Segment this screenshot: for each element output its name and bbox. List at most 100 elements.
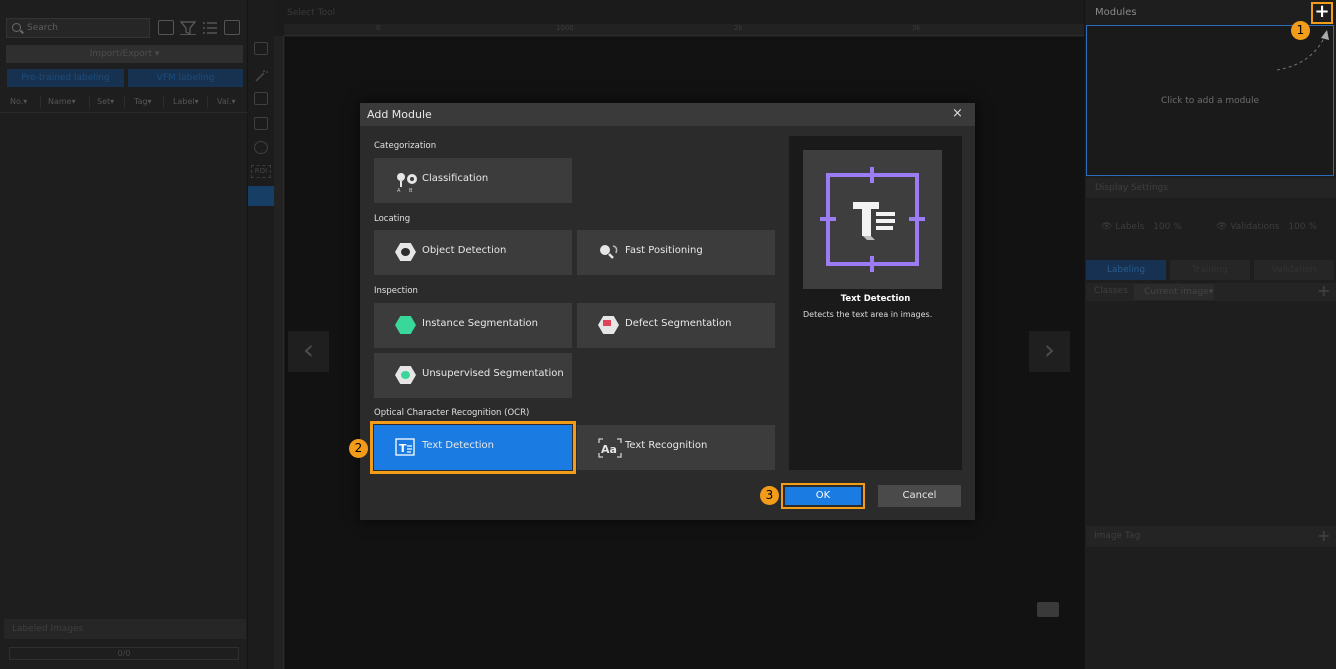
module-defect-segmentation-button[interactable]: Defect Segmentation bbox=[577, 303, 775, 348]
col-separator bbox=[40, 96, 41, 108]
col-separator bbox=[124, 96, 125, 108]
module-instance-segmentation-button[interactable]: Instance Segmentation bbox=[374, 303, 572, 348]
module-fast-positioning-button[interactable]: Fast Positioning bbox=[577, 230, 775, 275]
labels-opacity: 100 % bbox=[1153, 222, 1182, 232]
section-locating: Locating bbox=[374, 214, 411, 224]
cancel-button[interactable]: Cancel bbox=[878, 485, 961, 507]
modules-title: Modules bbox=[1095, 7, 1137, 18]
ok-button[interactable]: OK bbox=[785, 487, 861, 505]
module-label: Text Recognition bbox=[625, 440, 708, 451]
stamp-icon[interactable] bbox=[254, 92, 268, 105]
select-tool-icon[interactable] bbox=[254, 42, 268, 55]
module-label: Classification bbox=[422, 173, 489, 184]
previous-image-button[interactable]: ‹ bbox=[288, 331, 329, 372]
keyboard-icon[interactable] bbox=[1037, 602, 1059, 617]
col-separator bbox=[207, 96, 208, 108]
ruler-tick: 3k bbox=[912, 24, 921, 32]
col-label[interactable]: Label▾ bbox=[173, 97, 199, 106]
app-window: Search Import/Export ▾ Pre-trained label… bbox=[0, 0, 1336, 669]
svg-text:B: B bbox=[409, 188, 413, 193]
search-icon bbox=[12, 23, 21, 32]
eye-icon: 👁︎ bbox=[1216, 222, 1228, 232]
section-ocr: Optical Character Recognition (OCR) bbox=[374, 408, 530, 418]
dialog-title-bar: Add Module × bbox=[360, 103, 975, 126]
horizontal-ruler: 0 1000 2k 3k bbox=[284, 24, 1084, 36]
defect-segmentation-icon bbox=[598, 316, 620, 335]
vfm-labeling-button[interactable]: VFM labeling bbox=[128, 69, 243, 87]
add-tag-button[interactable]: + bbox=[1317, 526, 1330, 545]
module-label: Object Detection bbox=[422, 245, 507, 256]
col-tag[interactable]: Tag▾ bbox=[134, 97, 152, 106]
display-settings-header: Display Settings bbox=[1086, 178, 1336, 198]
next-image-button[interactable]: › bbox=[1029, 331, 1070, 372]
module-classification-button[interactable]: A B Classification bbox=[374, 158, 572, 203]
module-text-recognition-button[interactable]: Aa Text Recognition bbox=[577, 425, 775, 470]
add-module-button[interactable]: + bbox=[1311, 2, 1333, 24]
modules-panel: Modules + Click to add a module Display … bbox=[1084, 0, 1336, 669]
pretrained-labeling-button[interactable]: Pre-trained labeling bbox=[7, 69, 124, 87]
search-input[interactable]: Search bbox=[6, 18, 150, 38]
preview-title: Text Detection bbox=[840, 294, 911, 304]
fast-positioning-icon bbox=[598, 243, 620, 262]
ruler-tick: 2k bbox=[734, 24, 743, 32]
classes-label: Classes bbox=[1094, 286, 1128, 296]
roi-tool[interactable]: ROI bbox=[251, 165, 271, 178]
add-image-icon[interactable] bbox=[158, 20, 174, 35]
validations-text: Validations bbox=[1230, 222, 1280, 232]
vfm-labeling-label: VFM labeling bbox=[156, 73, 215, 83]
module-preview-panel: Text Detection Detects the text area in … bbox=[789, 136, 962, 470]
col-name[interactable]: Name▾ bbox=[48, 97, 76, 106]
preview-description: Detects the text area in images. bbox=[803, 310, 933, 319]
module-label: Unsupervised Segmentation bbox=[422, 368, 564, 379]
search-row: Search bbox=[6, 18, 244, 38]
polygon-tool-icon[interactable] bbox=[254, 117, 268, 130]
col-separator bbox=[89, 96, 90, 108]
labels-visibility[interactable]: 👁︎ Labels 100 % bbox=[1101, 222, 1182, 232]
ok-button-highlight: OK bbox=[781, 483, 865, 509]
close-icon[interactable]: × bbox=[952, 106, 963, 121]
filter-icon[interactable] bbox=[179, 20, 197, 36]
classes-row: Classes Current image▾ + bbox=[1086, 281, 1336, 301]
section-categorization: Categorization bbox=[374, 141, 437, 151]
svg-text:Aa: Aa bbox=[601, 443, 617, 456]
classification-icon: A B bbox=[395, 171, 417, 194]
validations-visibility[interactable]: 👁︎ Validations 100 % bbox=[1216, 222, 1317, 232]
module-object-detection-button[interactable]: Object Detection bbox=[374, 230, 572, 275]
text-recognition-icon: Aa bbox=[598, 438, 622, 458]
current-image-dropdown[interactable]: Current image▾ bbox=[1134, 284, 1214, 300]
magic-wand-icon[interactable] bbox=[254, 68, 268, 82]
search-placeholder: Search bbox=[27, 23, 58, 33]
module-label: Instance Segmentation bbox=[422, 318, 538, 329]
eraser-icon[interactable] bbox=[254, 141, 268, 154]
image-list-header: No.▾ Name▾ Set▾ Tag▾ Label▾ Val.▾ bbox=[6, 94, 244, 110]
tab-validation[interactable]: Validation bbox=[1254, 260, 1334, 280]
active-tool-indicator[interactable] bbox=[248, 186, 274, 206]
module-unsupervised-segmentation-button[interactable]: Unsupervised Segmentation bbox=[374, 353, 572, 398]
tab-training[interactable]: Training bbox=[1170, 260, 1250, 280]
section-inspection: Inspection bbox=[374, 286, 418, 296]
unsupervised-segmentation-icon bbox=[395, 366, 417, 385]
col-set[interactable]: Set▾ bbox=[97, 97, 114, 106]
col-separator bbox=[163, 96, 164, 108]
import-export-button[interactable]: Import/Export ▾ bbox=[6, 45, 243, 63]
list-view-icon[interactable] bbox=[202, 20, 218, 35]
click-to-add-hint: Click to add a module bbox=[1160, 96, 1260, 106]
labels-text: Labels bbox=[1115, 222, 1145, 232]
vertical-ruler bbox=[274, 36, 284, 669]
divider bbox=[0, 112, 248, 113]
tool-strip: ROI bbox=[248, 0, 274, 669]
add-class-button[interactable]: + bbox=[1317, 281, 1330, 300]
col-no[interactable]: No.▾ bbox=[10, 97, 27, 106]
text-detection-highlight bbox=[370, 421, 576, 474]
tab-labeling[interactable]: Labeling bbox=[1086, 260, 1166, 280]
image-list-panel: Search Import/Export ▾ Pre-trained label… bbox=[0, 0, 248, 669]
labeled-progress-bar: 0/0 bbox=[9, 647, 239, 660]
object-detection-icon bbox=[395, 243, 417, 262]
module-label: Fast Positioning bbox=[625, 245, 703, 256]
callout-step-3: 3 bbox=[760, 486, 779, 505]
grid-view-icon[interactable] bbox=[224, 20, 240, 35]
modules-list-area[interactable]: Click to add a module bbox=[1086, 25, 1334, 176]
panel-tabs: Labeling Training Validation bbox=[1086, 260, 1336, 280]
labeled-images-label: Labeled Images bbox=[4, 619, 246, 639]
col-val[interactable]: Val.▾ bbox=[217, 97, 236, 106]
